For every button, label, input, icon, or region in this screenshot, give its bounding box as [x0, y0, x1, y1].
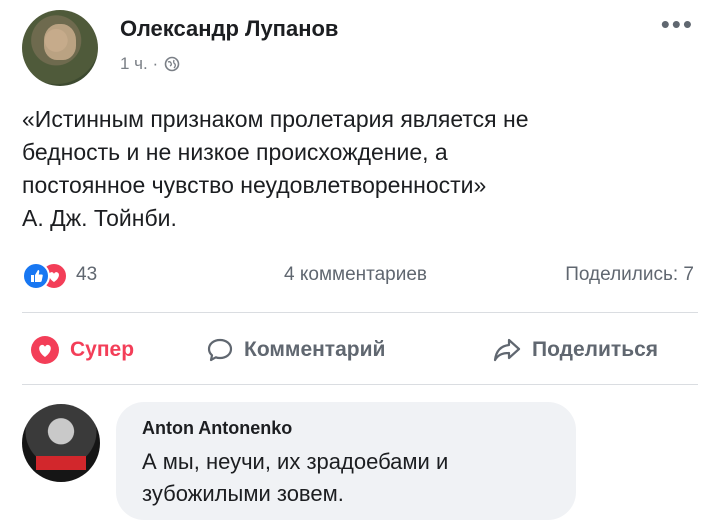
- comment-bubble: Anton Antonenko А мы, неучи, их зрадоеба…: [116, 402, 576, 520]
- post-header: Олександр Лупанов 1 ч. · •••: [22, 10, 702, 86]
- post-meta: 1 ч. ·: [120, 54, 180, 74]
- reaction-count[interactable]: 43: [76, 264, 97, 286]
- comment-text: А мы, неучи, их зрадоебами и зубожилыми …: [142, 446, 562, 510]
- post-text-line: А. Дж. Тойнби.: [22, 205, 177, 231]
- more-options-icon[interactable]: •••: [661, 11, 694, 37]
- commenter-avatar[interactable]: [22, 404, 100, 482]
- love-icon: [31, 336, 59, 364]
- comment-icon: [207, 338, 233, 362]
- react-button[interactable]: Супер: [30, 330, 134, 370]
- post-time[interactable]: 1 ч. ·: [120, 54, 158, 74]
- divider: [22, 312, 698, 313]
- comment-label: Комментарий: [244, 338, 386, 361]
- commenter-name[interactable]: Anton Antonenko: [142, 418, 292, 439]
- comments-count[interactable]: 4 комментариев: [284, 264, 427, 286]
- globe-icon: [164, 56, 180, 72]
- shares-count[interactable]: Поделились: 7: [565, 264, 694, 286]
- reaction-stats: 43 4 комментариев Поделились: 7: [22, 262, 702, 292]
- share-icon: [493, 338, 521, 362]
- author-avatar[interactable]: [22, 10, 98, 86]
- comment-text-line: А мы, неучи, их зрадоебами и: [142, 449, 449, 474]
- author-name[interactable]: Олександр Лупанов: [120, 16, 338, 42]
- comment-text-line: зубожилыми зовем.: [142, 481, 344, 506]
- post-text: «Истинным признаком пролетария является …: [22, 103, 682, 235]
- like-reaction-icon: [22, 262, 50, 290]
- post-text-line: «Истинным признаком пролетария является …: [22, 106, 529, 132]
- share-label: Поделиться: [532, 338, 659, 361]
- post-text-line: постоянное чувство неудовлетворенности»: [22, 172, 487, 198]
- share-button[interactable]: Поделиться: [492, 330, 658, 370]
- post-text-line: бедность и не низкое происхождение, а: [22, 139, 448, 165]
- divider: [22, 384, 698, 385]
- comment: Anton Antonenko А мы, неучи, их зрадоеба…: [22, 398, 702, 523]
- react-label: Супер: [70, 338, 135, 361]
- comment-button[interactable]: Комментарий: [206, 330, 385, 370]
- reaction-icons[interactable]: [22, 262, 72, 290]
- action-bar: Супер Комментарий Поделиться: [22, 330, 702, 370]
